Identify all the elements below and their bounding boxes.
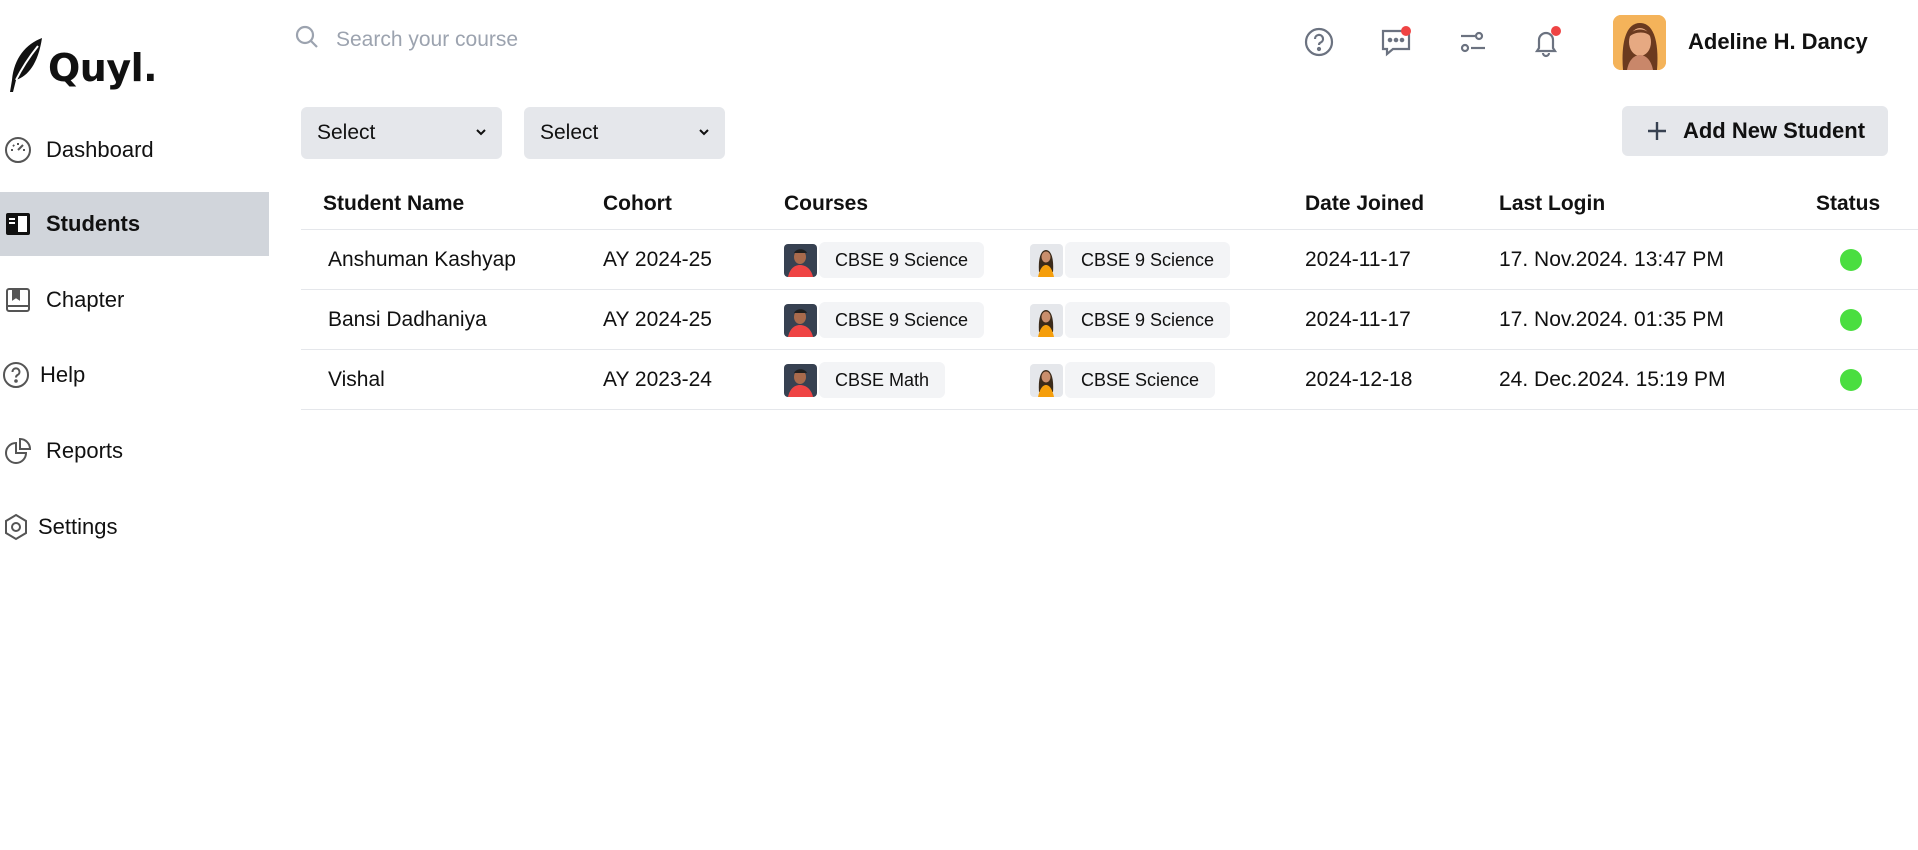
column-header-status[interactable]: Status bbox=[1816, 192, 1880, 216]
cohort: AY 2023-24 bbox=[603, 368, 712, 391]
sidebar-item-label: Help bbox=[40, 362, 86, 387]
gauge-icon bbox=[2, 134, 34, 166]
add-button-label: Add New Student bbox=[1682, 118, 1866, 143]
select-value: Select bbox=[317, 121, 376, 144]
status-dot bbox=[1840, 309, 1862, 331]
course-label: CBSE Science bbox=[1065, 362, 1216, 398]
date-joined: 2024-11-17 bbox=[1305, 248, 1411, 271]
column-header-last-login[interactable]: Last Login bbox=[1499, 192, 1605, 216]
status-dot bbox=[1840, 249, 1862, 271]
plus-icon bbox=[1645, 119, 1669, 143]
status-indicator bbox=[1840, 290, 1862, 350]
sidebar-item-chapter[interactable]: Chapter bbox=[0, 268, 269, 332]
logo-text: Quyl. bbox=[48, 45, 158, 90]
course-chip[interactable]: CBSE 9 Science bbox=[1030, 230, 1231, 290]
sidebar-item-students[interactable]: Students bbox=[0, 192, 269, 256]
sidebar-item-label: Chapter bbox=[46, 287, 125, 312]
class-select[interactable]: Select bbox=[524, 107, 725, 159]
course-chip[interactable]: CBSE 9 Science bbox=[1030, 290, 1231, 350]
last-login: 17. Nov.2024. 13:47 PM bbox=[1499, 248, 1724, 271]
feather-logo-icon bbox=[4, 36, 48, 99]
course-thumbnail-girl bbox=[1030, 303, 1063, 337]
sidebar-item-settings[interactable]: Settings bbox=[0, 495, 269, 559]
date-joined: 2024-12-18 bbox=[1305, 368, 1413, 391]
cohort: AY 2024-25 bbox=[603, 308, 712, 331]
course-chip[interactable]: CBSE Science bbox=[1030, 350, 1216, 410]
help-circle-icon bbox=[0, 359, 32, 391]
pie-chart-icon bbox=[2, 435, 34, 467]
chevron-down-icon bbox=[697, 121, 711, 145]
user-name[interactable]: Adeline H. Dancy bbox=[1688, 29, 1868, 55]
table-header: Student Name Cohort Courses Date Joined … bbox=[301, 180, 1918, 230]
book-open-icon bbox=[2, 208, 34, 240]
student-name: Anshuman Kashyap bbox=[328, 248, 516, 271]
avatar[interactable] bbox=[1613, 15, 1666, 70]
help-icon[interactable] bbox=[1301, 24, 1337, 60]
student-name: Bansi Dadhaniya bbox=[328, 308, 487, 331]
cohort: AY 2024-25 bbox=[603, 248, 712, 271]
select-value: Select bbox=[540, 121, 599, 144]
course-label: CBSE 9 Science bbox=[819, 302, 985, 338]
chevron-down-icon bbox=[474, 121, 488, 145]
students-table: Student Name Cohort Courses Date Joined … bbox=[301, 180, 1918, 410]
search-bar[interactable] bbox=[294, 24, 734, 55]
filter-sliders-icon[interactable] bbox=[1455, 24, 1491, 60]
date-joined: 2024-11-17 bbox=[1305, 308, 1411, 331]
course-label: CBSE 9 Science bbox=[1065, 242, 1231, 278]
course-label: CBSE Math bbox=[819, 362, 946, 398]
course-label: CBSE 9 Science bbox=[819, 242, 985, 278]
course-label: CBSE 9 Science bbox=[1065, 302, 1231, 338]
sidebar-item-label: Settings bbox=[38, 514, 118, 539]
student-name: Vishal bbox=[328, 368, 385, 391]
last-login: 24. Dec.2024. 15:19 PM bbox=[1499, 368, 1726, 391]
sidebar-item-reports[interactable]: Reports bbox=[0, 419, 269, 483]
course-chip[interactable]: CBSE 9 Science bbox=[784, 230, 985, 290]
notification-dot bbox=[1401, 26, 1411, 36]
column-header-courses[interactable]: Courses bbox=[784, 192, 868, 216]
table-row[interactable]: Anshuman Kashyap AY 2024-25 CBSE 9 Scien… bbox=[301, 230, 1918, 290]
sidebar: Quyl. Dashboard Students Chapter Help Re… bbox=[0, 0, 269, 850]
add-new-student-button[interactable]: Add New Student bbox=[1622, 106, 1888, 156]
status-indicator bbox=[1840, 230, 1862, 290]
notification-dot bbox=[1551, 26, 1561, 36]
cohort-select[interactable]: Select bbox=[301, 107, 502, 159]
settings-icon bbox=[0, 511, 32, 543]
column-header-date-joined[interactable]: Date Joined bbox=[1305, 192, 1424, 216]
table-row[interactable]: Bansi Dadhaniya AY 2024-25 CBSE 9 Scienc… bbox=[301, 290, 1918, 350]
course-chip[interactable]: CBSE 9 Science bbox=[784, 290, 985, 350]
search-icon bbox=[294, 24, 320, 55]
sidebar-item-label: Students bbox=[46, 211, 141, 236]
course-thumbnail-boy bbox=[784, 243, 817, 277]
course-thumbnail-boy bbox=[784, 303, 817, 337]
search-input[interactable] bbox=[334, 26, 734, 53]
course-thumbnail-girl bbox=[1030, 363, 1063, 397]
app-logo[interactable]: Quyl. bbox=[4, 36, 158, 99]
sidebar-item-help[interactable]: Help bbox=[0, 343, 269, 407]
column-header-cohort[interactable]: Cohort bbox=[603, 192, 672, 216]
course-chip[interactable]: CBSE Math bbox=[784, 350, 946, 410]
course-thumbnail-girl bbox=[1030, 243, 1063, 277]
book-icon bbox=[2, 284, 34, 316]
last-login: 17. Nov.2024. 01:35 PM bbox=[1499, 308, 1724, 331]
sidebar-item-label: Reports bbox=[46, 438, 124, 463]
sidebar-item-label: Dashboard bbox=[46, 137, 154, 162]
chat-icon[interactable] bbox=[1378, 24, 1414, 60]
column-header-name[interactable]: Student Name bbox=[323, 192, 464, 216]
course-thumbnail-boy bbox=[784, 363, 817, 397]
sidebar-item-dashboard[interactable]: Dashboard bbox=[0, 118, 269, 182]
status-dot bbox=[1840, 369, 1862, 391]
status-indicator bbox=[1840, 350, 1862, 410]
table-row[interactable]: Vishal AY 2023-24 CBSE Math CBSE Science… bbox=[301, 350, 1918, 410]
bell-icon[interactable] bbox=[1528, 24, 1564, 60]
